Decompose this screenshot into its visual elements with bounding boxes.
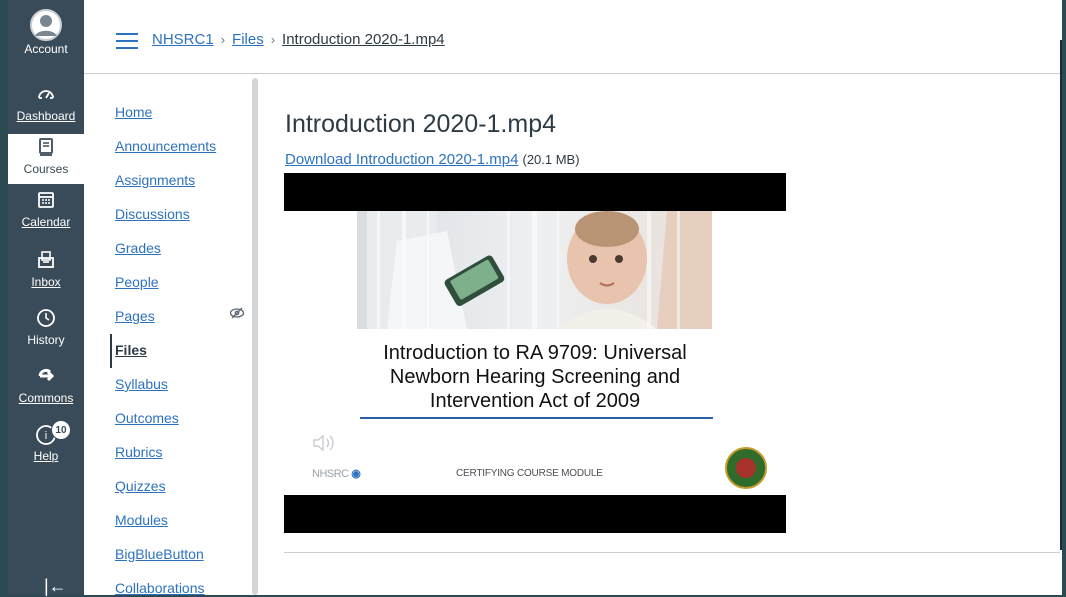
content-divider	[284, 552, 1060, 553]
course-nav-scrollbar[interactable]	[252, 78, 258, 595]
global-nav-label: Dashboard	[16, 109, 76, 123]
course-nav-collaborations[interactable]: Collaborations	[115, 580, 205, 596]
help-badge: 10	[51, 420, 71, 440]
course-nav-discussions[interactable]: Discussions	[115, 206, 190, 222]
breadcrumb-course[interactable]: NHSRC1	[152, 31, 214, 48]
global-nav-dashboard[interactable]: Dashboard	[8, 84, 84, 123]
breadcrumb: NHSRC1 › Files › Introduction 2020-1.mp4	[152, 31, 445, 48]
slide-title-line: Intervention Act of 2009	[429, 390, 641, 412]
course-nav-grades[interactable]: Grades	[115, 240, 161, 256]
breadcrumb-separator: ›	[220, 32, 226, 47]
course-nav-files[interactable]: Files	[115, 342, 147, 358]
global-nav-help[interactable]: i 10 Help	[8, 420, 84, 463]
collapse-nav-icon[interactable]: |←	[44, 576, 67, 597]
breadcrumb-current[interactable]: Introduction 2020-1.mp4	[282, 31, 445, 48]
window-edge	[1060, 40, 1062, 550]
global-navigation: Account Dashboard Courses Calendar Inbox…	[8, 0, 84, 597]
global-nav-label: History	[27, 333, 65, 347]
global-nav-inbox[interactable]: Inbox	[8, 250, 84, 289]
course-nav-syllabus[interactable]: Syllabus	[115, 376, 168, 392]
svg-text:i: i	[45, 430, 47, 442]
slide-underline	[360, 417, 713, 419]
video-player[interactable]: Introduction to RA 9709: Universal Newbo…	[284, 173, 786, 533]
nhsrc-logo: NHSRC ◉	[312, 468, 361, 480]
inbox-icon	[8, 250, 84, 274]
global-nav-label: Calendar	[21, 215, 71, 229]
global-nav-label: Help	[33, 449, 59, 463]
history-icon	[8, 308, 84, 332]
global-nav-label: Account	[24, 42, 68, 56]
download-link[interactable]: Download Introduction 2020-1.mp4	[285, 151, 518, 168]
course-nav-pages[interactable]: Pages	[115, 308, 155, 324]
slide-title: Introduction to RA 9709: Universal Newbo…	[324, 341, 746, 413]
hamburger-menu-icon[interactable]	[116, 33, 138, 49]
file-size: (20.1 MB)	[522, 152, 580, 167]
video-thumbnail-photo	[357, 211, 712, 329]
certifying-course-label: CERTIFYING COURSE MODULE	[456, 468, 603, 479]
course-nav-rubrics[interactable]: Rubrics	[115, 444, 162, 460]
download-row: Download Introduction 2020-1.mp4 (20.1 MB…	[285, 151, 580, 168]
course-nav-announcements[interactable]: Announcements	[115, 138, 216, 154]
course-nav-bigbluebutton[interactable]: BigBlueButton	[115, 546, 204, 562]
global-nav-label: Commons	[18, 391, 74, 405]
course-nav-outcomes[interactable]: Outcomes	[115, 410, 179, 426]
global-nav-history[interactable]: History	[8, 308, 84, 347]
global-nav-label: Courses	[23, 162, 69, 176]
slide-title-line: Introduction to RA 9709: Universal	[383, 342, 687, 364]
course-nav-people[interactable]: People	[115, 274, 159, 290]
video-frame: Introduction to RA 9709: Universal Newbo…	[284, 211, 786, 495]
account-avatar-icon	[8, 8, 84, 41]
global-nav-label: Inbox	[31, 275, 61, 289]
courses-icon	[8, 137, 84, 161]
breadcrumb-separator: ›	[270, 32, 276, 47]
course-nav-modules[interactable]: Modules	[115, 512, 168, 528]
dashboard-icon	[8, 84, 84, 108]
university-seal-logo	[725, 447, 767, 489]
global-nav-account[interactable]: Account	[8, 8, 84, 56]
course-nav-quizzes[interactable]: Quizzes	[115, 478, 166, 494]
commons-icon	[8, 366, 84, 390]
speaker-icon	[312, 433, 338, 458]
course-nav-assignments[interactable]: Assignments	[115, 172, 195, 188]
hidden-from-students-icon	[229, 306, 245, 323]
active-indicator	[110, 334, 112, 368]
nhsrc-logo-text: NHSRC	[312, 468, 349, 480]
global-nav-courses[interactable]: Courses	[8, 134, 84, 184]
calendar-icon	[8, 190, 84, 214]
slide-title-line: Newborn Hearing Screening and	[389, 366, 681, 388]
help-icon: i	[8, 424, 84, 448]
global-nav-calendar[interactable]: Calendar	[8, 190, 84, 229]
global-nav-commons[interactable]: Commons	[8, 366, 84, 405]
breadcrumb-files[interactable]: Files	[232, 31, 264, 48]
course-nav-home[interactable]: Home	[115, 104, 152, 120]
header-divider	[84, 73, 1060, 74]
page-title: Introduction 2020-1.mp4	[285, 110, 557, 138]
